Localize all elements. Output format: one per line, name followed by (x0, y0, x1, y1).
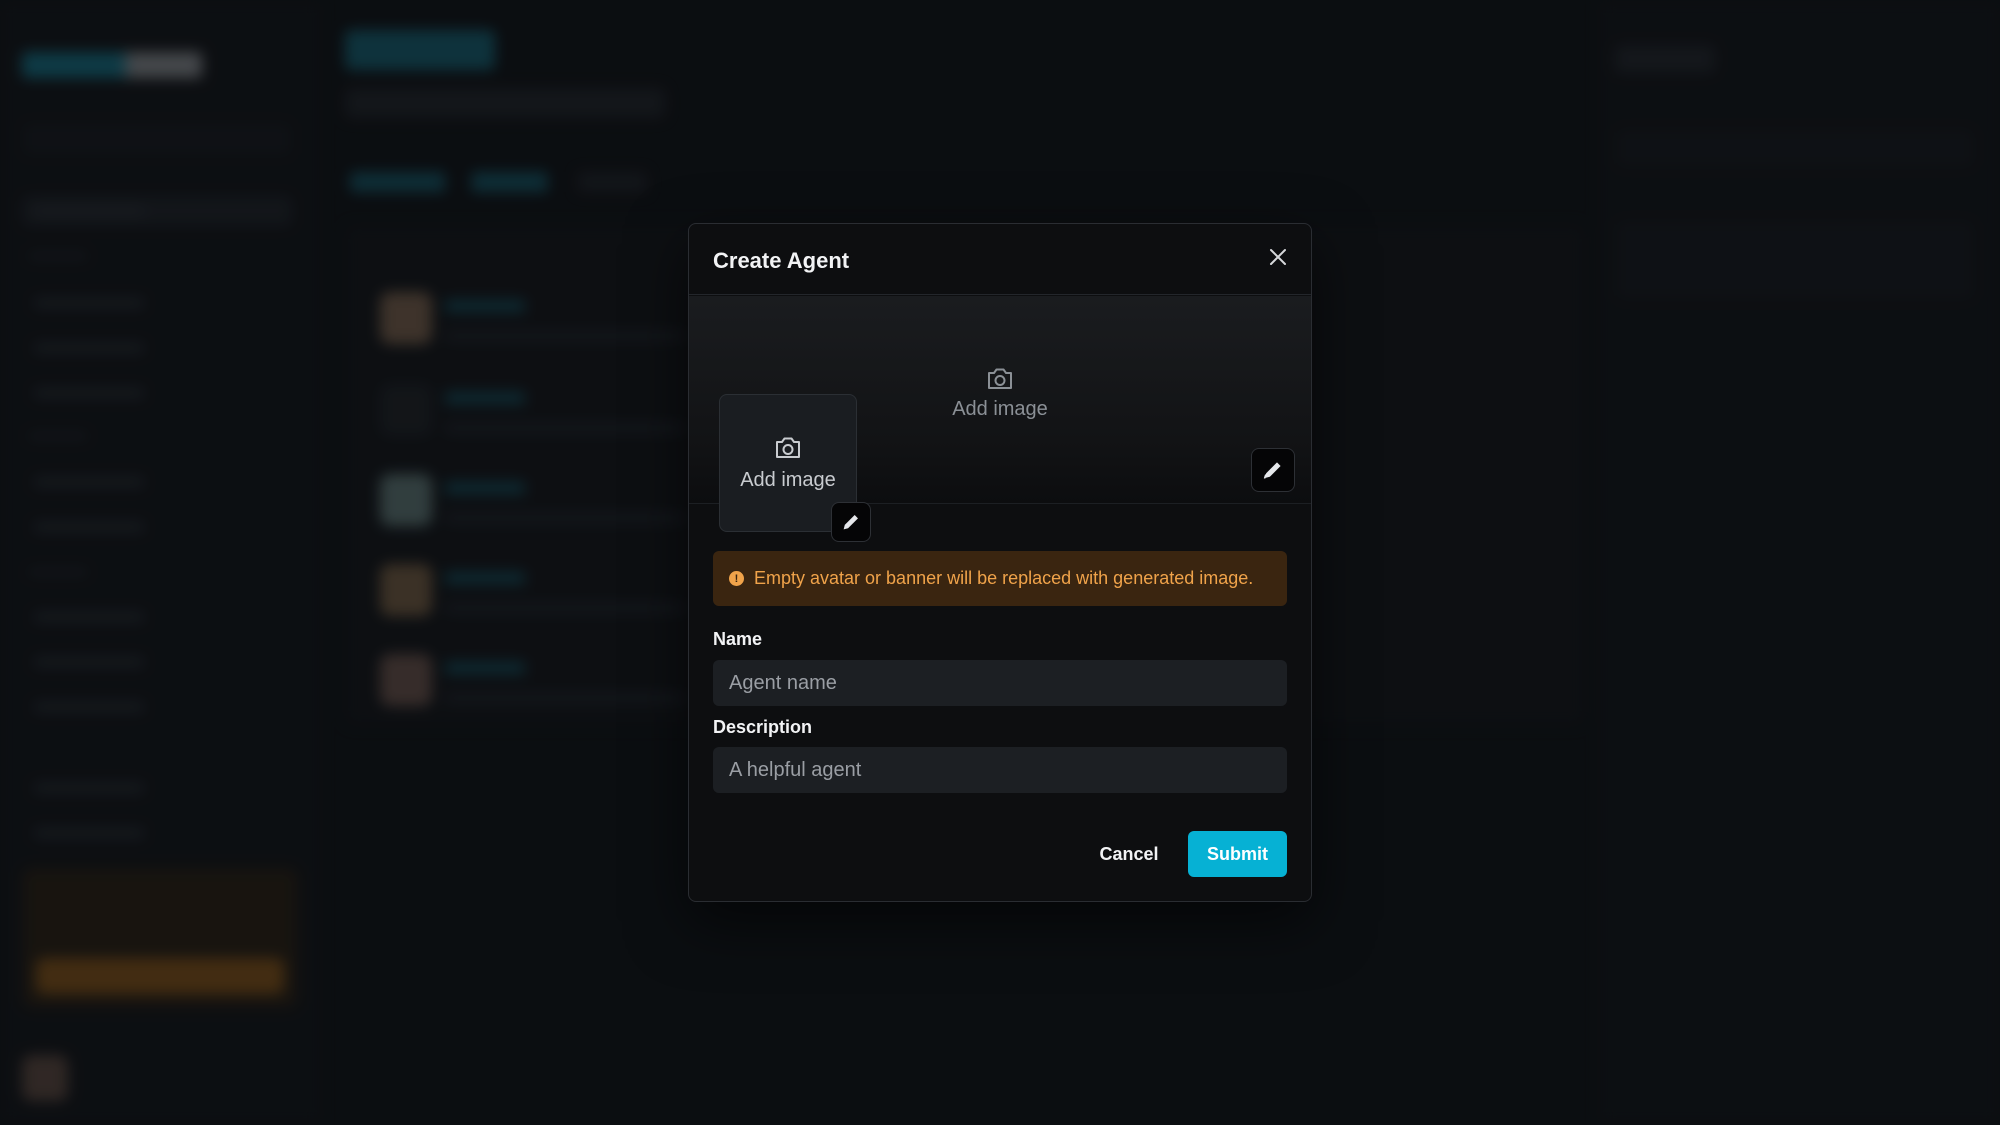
close-button[interactable] (1263, 242, 1293, 272)
cancel-button[interactable]: Cancel (1081, 831, 1177, 877)
camera-icon (988, 368, 1012, 389)
dialog-header: Create Agent (689, 224, 1311, 295)
submit-button[interactable]: Submit (1188, 831, 1287, 877)
camera-icon (776, 437, 800, 458)
generated-image-notice: ! Empty avatar or banner will be replace… (713, 551, 1287, 606)
name-label: Name (713, 629, 763, 649)
create-agent-dialog: Create Agent Add image Add image ! Empty… (688, 223, 1312, 902)
dialog-title: Create Agent (713, 248, 850, 273)
description-input[interactable] (713, 747, 1287, 793)
avatar-edit-button[interactable] (831, 502, 871, 542)
name-input[interactable] (713, 660, 1287, 706)
description-label: Description (713, 717, 813, 737)
pencil-icon (843, 515, 858, 530)
banner-add-label: Add image (952, 398, 1048, 420)
info-icon: ! (729, 571, 744, 586)
notice-text: Empty avatar or banner will be replaced … (754, 568, 1254, 588)
pencil-icon (1263, 462, 1281, 479)
avatar-add-label: Add image (740, 468, 836, 491)
close-icon (1270, 249, 1286, 265)
banner-edit-button[interactable] (1251, 448, 1295, 492)
